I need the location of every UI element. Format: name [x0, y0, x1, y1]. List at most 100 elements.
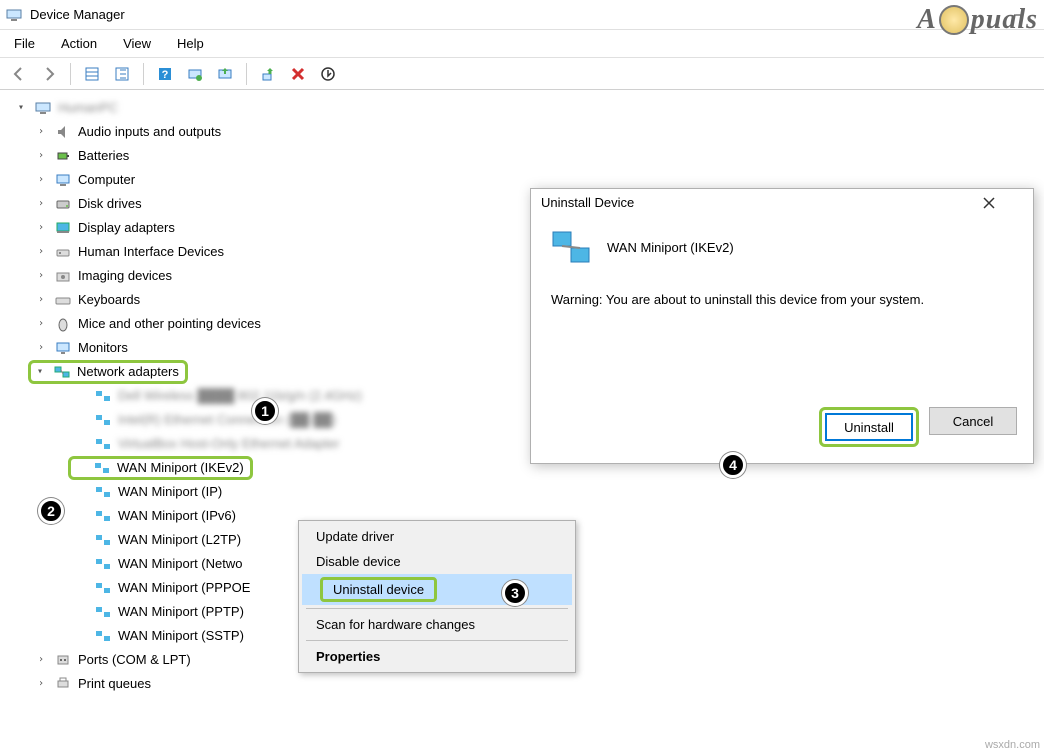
context-scan-hardware[interactable]: Scan for hardware changes [302, 612, 572, 637]
watermark-text-post: puals [971, 4, 1038, 36]
details-view-icon[interactable] [79, 61, 105, 87]
category-label: Human Interface Devices [78, 244, 224, 260]
category-label: Network adapters [77, 364, 179, 380]
device-label: WAN Miniport (PPPOE [118, 580, 250, 596]
uninstall-button[interactable]: Uninstall [825, 413, 913, 441]
category-label: Disk drives [78, 196, 142, 212]
menu-view[interactable]: View [119, 34, 155, 53]
hid-icon [54, 244, 72, 260]
collapse-icon[interactable]: ▾ [33, 366, 47, 378]
context-update-driver[interactable]: Update driver [302, 524, 572, 549]
menu-file[interactable]: File [10, 34, 39, 53]
forward-button[interactable] [36, 61, 62, 87]
expand-icon[interactable]: › [34, 294, 48, 306]
source-label: wsxdn.com [985, 739, 1040, 751]
root-computer-name: HumanPC [58, 100, 118, 116]
expand-icon[interactable]: › [34, 318, 48, 330]
tree-category[interactable]: ›Batteries [32, 144, 1040, 168]
category-label: Imaging devices [78, 268, 172, 284]
device-label: WAN Miniport (IPv6) [118, 508, 236, 524]
expand-icon[interactable]: › [34, 246, 48, 258]
dialog-titlebar: Uninstall Device [531, 189, 1033, 216]
dialog-body: WAN Miniport (IKEv2) Warning: You are ab… [531, 216, 1033, 307]
category-label: Mice and other pointing devices [78, 316, 261, 332]
disable-device-icon[interactable] [315, 61, 341, 87]
uninstall-device-dialog: Uninstall Device WAN Miniport (IKEv2) Wa… [530, 188, 1034, 464]
computer-root-icon [34, 100, 52, 116]
uninstall-device-icon[interactable] [255, 61, 281, 87]
collapse-icon[interactable]: ▾ [14, 102, 28, 114]
computer-icon [54, 172, 72, 188]
tree-category-network-adapters[interactable]: ▾ Network adapters [28, 360, 188, 384]
menu-help[interactable]: Help [173, 34, 208, 53]
menu-action[interactable]: Action [57, 34, 101, 53]
annotation-badge-1: 1 [252, 398, 278, 424]
network-device-icon [94, 604, 112, 620]
context-properties[interactable]: Properties [302, 644, 572, 669]
toolbar-separator [246, 63, 247, 85]
expand-icon[interactable]: › [34, 654, 48, 666]
device-label: WAN Miniport (Netwo [118, 556, 242, 572]
tree-category[interactable]: ›Print queues [32, 672, 1040, 696]
device-label: VirtualBox Host-Only Ethernet Adapter [118, 436, 340, 452]
monitor-icon [54, 340, 72, 356]
expand-icon[interactable]: › [34, 174, 48, 186]
network-device-icon [94, 628, 112, 644]
network-adapter-icon [53, 364, 71, 380]
cancel-button[interactable]: Cancel [929, 407, 1017, 435]
category-label: Computer [78, 172, 135, 188]
network-device-icon [94, 388, 112, 404]
highlight-annotation: Uninstall [819, 407, 919, 447]
network-device-icon [93, 460, 111, 476]
dialog-device-name: WAN Miniport (IKEv2) [607, 240, 734, 255]
network-device-icon [94, 484, 112, 500]
device-label: Dell Wireless ████ 802.11b/g/n (2.4GHz) [118, 388, 362, 404]
ports-icon [54, 652, 72, 668]
menu-bar: File Action View Help [0, 30, 1044, 58]
delete-icon[interactable] [285, 61, 311, 87]
battery-icon [54, 148, 72, 164]
expand-icon[interactable]: › [34, 270, 48, 282]
tree-category[interactable]: › Audio inputs and outputs [32, 120, 1040, 144]
category-label: Audio inputs and outputs [78, 124, 221, 140]
category-label: Ports (COM & LPT) [78, 652, 191, 668]
device-label: WAN Miniport (SSTP) [118, 628, 244, 644]
properties-icon[interactable] [109, 61, 135, 87]
tree-device[interactable]: WAN Miniport (IP) [72, 480, 1040, 504]
annotation-badge-3: 3 [502, 580, 528, 606]
network-device-icon [94, 436, 112, 452]
tree-device-wan-ikev2[interactable]: WAN Miniport (IKEv2) [68, 456, 253, 480]
context-uninstall-device[interactable]: Uninstall device [302, 574, 572, 605]
appuals-watermark: A puals [917, 4, 1038, 36]
expand-icon[interactable]: › [34, 222, 48, 234]
dialog-warning-text: Warning: You are about to uninstall this… [551, 292, 1013, 307]
device-label: Intel(R) Ethernet Connection (██-██) [118, 412, 336, 428]
dialog-title: Uninstall Device [541, 195, 634, 210]
dialog-close-button[interactable] [983, 197, 1023, 209]
expand-icon[interactable]: › [34, 342, 48, 354]
network-device-large-icon [551, 230, 591, 264]
mouse-icon [54, 316, 72, 332]
display-adapter-icon [54, 220, 72, 236]
printer-icon [54, 676, 72, 692]
help-icon[interactable]: ? [152, 61, 178, 87]
expand-icon[interactable]: › [34, 678, 48, 690]
window-title: Device Manager [30, 7, 125, 22]
context-disable-device[interactable]: Disable device [302, 549, 572, 574]
network-device-icon [94, 532, 112, 548]
keyboard-icon [54, 292, 72, 308]
network-device-icon [94, 412, 112, 428]
update-driver-icon[interactable] [212, 61, 238, 87]
expand-icon[interactable]: › [34, 126, 48, 138]
toolbar: ? [0, 58, 1044, 90]
button-label: Uninstall [844, 420, 894, 435]
button-label: Cancel [953, 414, 993, 429]
network-device-icon [94, 580, 112, 596]
tree-root[interactable]: ▾ HumanPC [12, 96, 1040, 120]
back-button[interactable] [6, 61, 32, 87]
expand-icon[interactable]: › [34, 198, 48, 210]
expand-icon[interactable]: › [34, 150, 48, 162]
watermark-text-pre: A [917, 4, 937, 36]
scan-hardware-icon[interactable] [182, 61, 208, 87]
device-manager-app-icon [6, 7, 22, 23]
